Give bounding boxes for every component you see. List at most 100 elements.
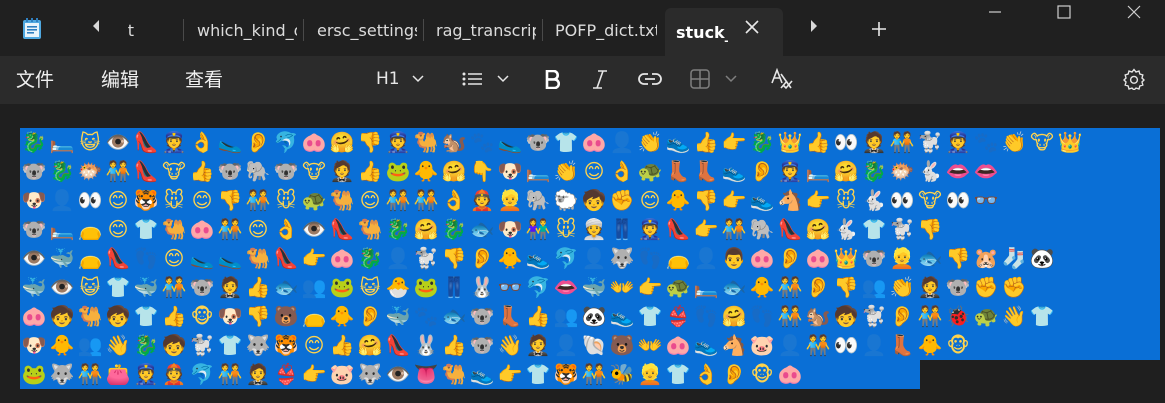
- emoji-char: 👁️: [21, 246, 47, 270]
- emoji-char: 🐶: [497, 217, 523, 241]
- emoji-line[interactable]: 🐶 🐥 👥 👋 🐉 🧒 🐩 👕 🐺 🐯 😊 👍 🤗 👠 🐰 👍 🐨 👋 🤵 👤 🐚 🐻 👐 🐽 👟 🐴 🐷 👤 🧑‍🤝‍🧑 👀 👤 👢 🐥 🐵: [20, 331, 1160, 360]
- emoji-char: 😺: [359, 275, 381, 299]
- table-dropdown[interactable]: [690, 66, 737, 92]
- link-icon: [638, 73, 662, 85]
- emoji-char: 👣: [749, 304, 775, 328]
- emoji-char: 🐉: [861, 159, 887, 183]
- minimize-button[interactable]: [985, 4, 1005, 24]
- emoji-char: 👂: [777, 246, 803, 270]
- emoji-char: 🐥: [329, 304, 355, 328]
- emoji-char: 🛏️: [49, 130, 75, 154]
- emoji-char: 👅: [413, 362, 439, 386]
- emoji-char: 👠: [133, 159, 159, 183]
- settings-button[interactable]: [1123, 66, 1145, 92]
- tab-3[interactable]: rag_transcrip: [436, 10, 536, 50]
- emoji-char: 👉: [301, 246, 327, 270]
- emoji-char: 👎: [917, 217, 943, 241]
- emoji-char: 🐽: [21, 304, 47, 328]
- emoji-char: 🐟: [469, 217, 495, 241]
- emoji-char: 🐟: [917, 246, 943, 270]
- italic-button[interactable]: [592, 66, 608, 92]
- emoji-char: 🐬: [273, 130, 299, 154]
- menu-view[interactable]: 查看: [185, 68, 223, 92]
- emoji-char: 👀: [889, 188, 915, 212]
- emoji-char: 🐽: [777, 362, 803, 386]
- emoji-line[interactable]: 🐉 🛏️ 😺 👁️ 👠 👮 👌 🥿 👂 🐬 🐽 🤗 👎 👮 🐫 🐿️ 🐾 🥿 🐨 👕 🐽 👤 👏 👟 👍 👉 🐉 👑 👍 👀 🤵 🧑‍🤝‍🧑 🐩…: [20, 128, 1160, 157]
- emoji-char: 🐾: [469, 130, 495, 154]
- emoji-char: 🤵: [525, 333, 551, 357]
- tab-label: rag_transcrip: [436, 20, 536, 40]
- chevron-down-icon: [412, 75, 424, 83]
- heading-dropdown[interactable]: H1: [376, 66, 424, 92]
- close-tab-icon[interactable]: [743, 20, 761, 38]
- spellcheck-button[interactable]: [771, 66, 793, 92]
- emoji-char: 👤: [49, 188, 75, 212]
- emoji-line[interactable]: 🐨 🐉 🐡 🧑‍🤝‍🧑 👠 🐮 👍 🐨 🐘 🐨 🐮 🤵 👍 🐸 🐥 🤗 👇 🐶 🛏️ 👏 😊 👌 🐢 👢 👢 👟 👂 👮 🛏️ 🤗 🐉 🐡 🐇 👄…: [20, 157, 1160, 186]
- emoji-line[interactable]: 🐨 🛏️ 👝 😊 👕 🐫 🐽 🧑‍🤝‍🧑 😊 👌 👁️ 👠 🐫 🐉 🤗 🐉 🐟 🐶 👫 🐭 👳 👖 👮 👠 👉 🧑‍🤝‍🧑 🐘 👠 🤗 🐇…: [20, 215, 1160, 244]
- emoji-char: 🐵: [750, 362, 774, 386]
- emoji-char: 🐡: [77, 159, 103, 183]
- emoji-char: 🐞: [945, 304, 971, 328]
- emoji-char: 🛏️: [525, 159, 551, 183]
- tab-0[interactable]: t: [118, 10, 134, 50]
- emoji-char: 👌: [609, 159, 635, 183]
- emoji-char: 🐥: [917, 333, 943, 357]
- emoji-char: 🧑‍🤝‍🧑: [105, 159, 131, 183]
- close-window-button[interactable]: [1124, 4, 1144, 24]
- emoji-char: 🤗: [413, 217, 439, 241]
- emoji-char: 🤵: [329, 159, 355, 183]
- emoji-char: 👉: [721, 130, 747, 154]
- table-icon: [690, 69, 710, 89]
- emoji-line[interactable]: 🐽 🧒 🐫 🧒 👕 👍 🐵 🐶 👎 🐻 👝 🐥 👂 🐳 🐾 🐟 🐨 👢 👍 👥 🐼 👟 👕 👙 👣 🤗 👣 🧑‍🤝‍🧑 🐿️ 🧒 🐩 👂 🧑‍🤝…: [20, 302, 1160, 331]
- maximize-button[interactable]: [1054, 4, 1074, 24]
- emoji-char: 👎: [833, 275, 859, 299]
- selected-emoji-text[interactable]: 🐉 🛏️ 😺 👁️ 👠 👮 👌 🥿 👂 🐬 🐽 🤗 👎 👮 🐫 🐿️ 🐾 🥿 🐨 👕 🐽 👤 👏 👟 👍 👉 🐉 👑 👍 👀 🤵 🧑‍🤝‍🧑 🐩…: [20, 128, 1160, 389]
- emoji-char: 🐶: [217, 304, 243, 328]
- tab-label: ersc_settings: [317, 20, 417, 40]
- emoji-char: 🐼: [1029, 246, 1055, 270]
- emoji-char: 🐨: [469, 333, 495, 357]
- tab-4[interactable]: POFP_dict.txt: [555, 10, 657, 50]
- emoji-char: 🥿: [497, 130, 523, 154]
- emoji-char: 🐢: [301, 188, 327, 212]
- emoji-char: 👟: [469, 362, 495, 386]
- emoji-char: 🤗: [329, 130, 355, 154]
- emoji-char: 👙: [665, 304, 691, 328]
- emoji-char: 👤: [385, 246, 411, 270]
- emoji-char: 👟: [721, 159, 747, 183]
- emoji-char: 👉: [721, 188, 747, 212]
- emoji-char: 👕: [133, 304, 159, 328]
- tab-1[interactable]: which_kind_o: [197, 10, 297, 50]
- emoji-char: 👫: [525, 217, 551, 241]
- emoji-char: 🤵: [917, 275, 943, 299]
- emoji-char: 🐮: [918, 188, 942, 212]
- emoji-char: 🐨: [469, 304, 495, 328]
- link-button[interactable]: [638, 66, 662, 92]
- list-dropdown[interactable]: [462, 66, 509, 92]
- emoji-char: 🤵: [217, 275, 243, 299]
- emoji-char: 👤: [581, 246, 607, 270]
- emoji-char: 🐰: [413, 333, 439, 357]
- bold-button[interactable]: [545, 66, 560, 92]
- new-tab-button[interactable]: [869, 18, 889, 40]
- emoji-line[interactable]: 🐳 👁️ 😺 👕 🐳 🧑‍🤝‍🧑 🐨 🤵 👍 🐟 👥 🐸 😺 🐣 🐸 👖 🐰 👓 🐬 👄 🐳 👐 👉 🐢 🛏️ 🐟 🐥 🧑‍🤝‍🧑 👂 👎…: [20, 273, 1160, 302]
- menu-edit[interactable]: 编辑: [101, 68, 139, 92]
- emoji-char: 👟: [749, 188, 775, 212]
- scroll-tabs-left-button[interactable]: [88, 20, 104, 38]
- emoji-char: 🤗: [805, 217, 831, 241]
- emoji-line[interactable]: 👁️ 🐳 👝 👠 👣 😊 🥿 🥿 🐫 👠 👉 🐽 🐉 👤 🐩 👎 👂 🐥 👟 🐬 👤 🐺 👣 👝 👤 👨 🐽 👂 🐽 👑 🐨 👱 🐟 👎 🐹 🧦 🐼: [20, 244, 1160, 273]
- tab-2[interactable]: ersc_settings: [317, 10, 417, 50]
- scroll-tabs-right-button[interactable]: [806, 20, 822, 38]
- emoji-char: 👍: [357, 159, 383, 183]
- emoji-char: 😺: [79, 275, 101, 299]
- chevron-down-icon: [725, 75, 737, 83]
- emoji-line[interactable]: 🐶 👤 👀 😊 🐯 🐭 😊 👎 🧑‍🤝‍🧑 🐭 🐢 🐫 😊 🧑‍🤝‍🧑 🧑‍🤝‍🧑 👌 👲 👱 🐘 🐑 🧒 ✊ 😊 🐥 👎 👉 👟 🐴…: [20, 186, 1160, 215]
- emoji-char: 👄: [973, 159, 999, 183]
- menu-file[interactable]: 文件: [16, 68, 54, 92]
- emoji-line[interactable]: 🐸 🐺 🧑‍🤝‍🧑 👛 👮 👲 🐬 🧑‍🤝‍🧑 🤵 👙 👉 🐷 🐺 👁️ 👅 🐫 👟 👉 👕 🐯 🧑‍🤝‍🧑 🐝 👱 👕 👌 👂 🐵…: [20, 360, 920, 389]
- emoji-char: 👟: [665, 130, 691, 154]
- emoji-char: 🐨: [21, 217, 47, 241]
- chevron-down-icon: [497, 75, 509, 83]
- tab-active[interactable]: stuck_: [665, 8, 783, 56]
- emoji-char: 🐸: [385, 159, 411, 183]
